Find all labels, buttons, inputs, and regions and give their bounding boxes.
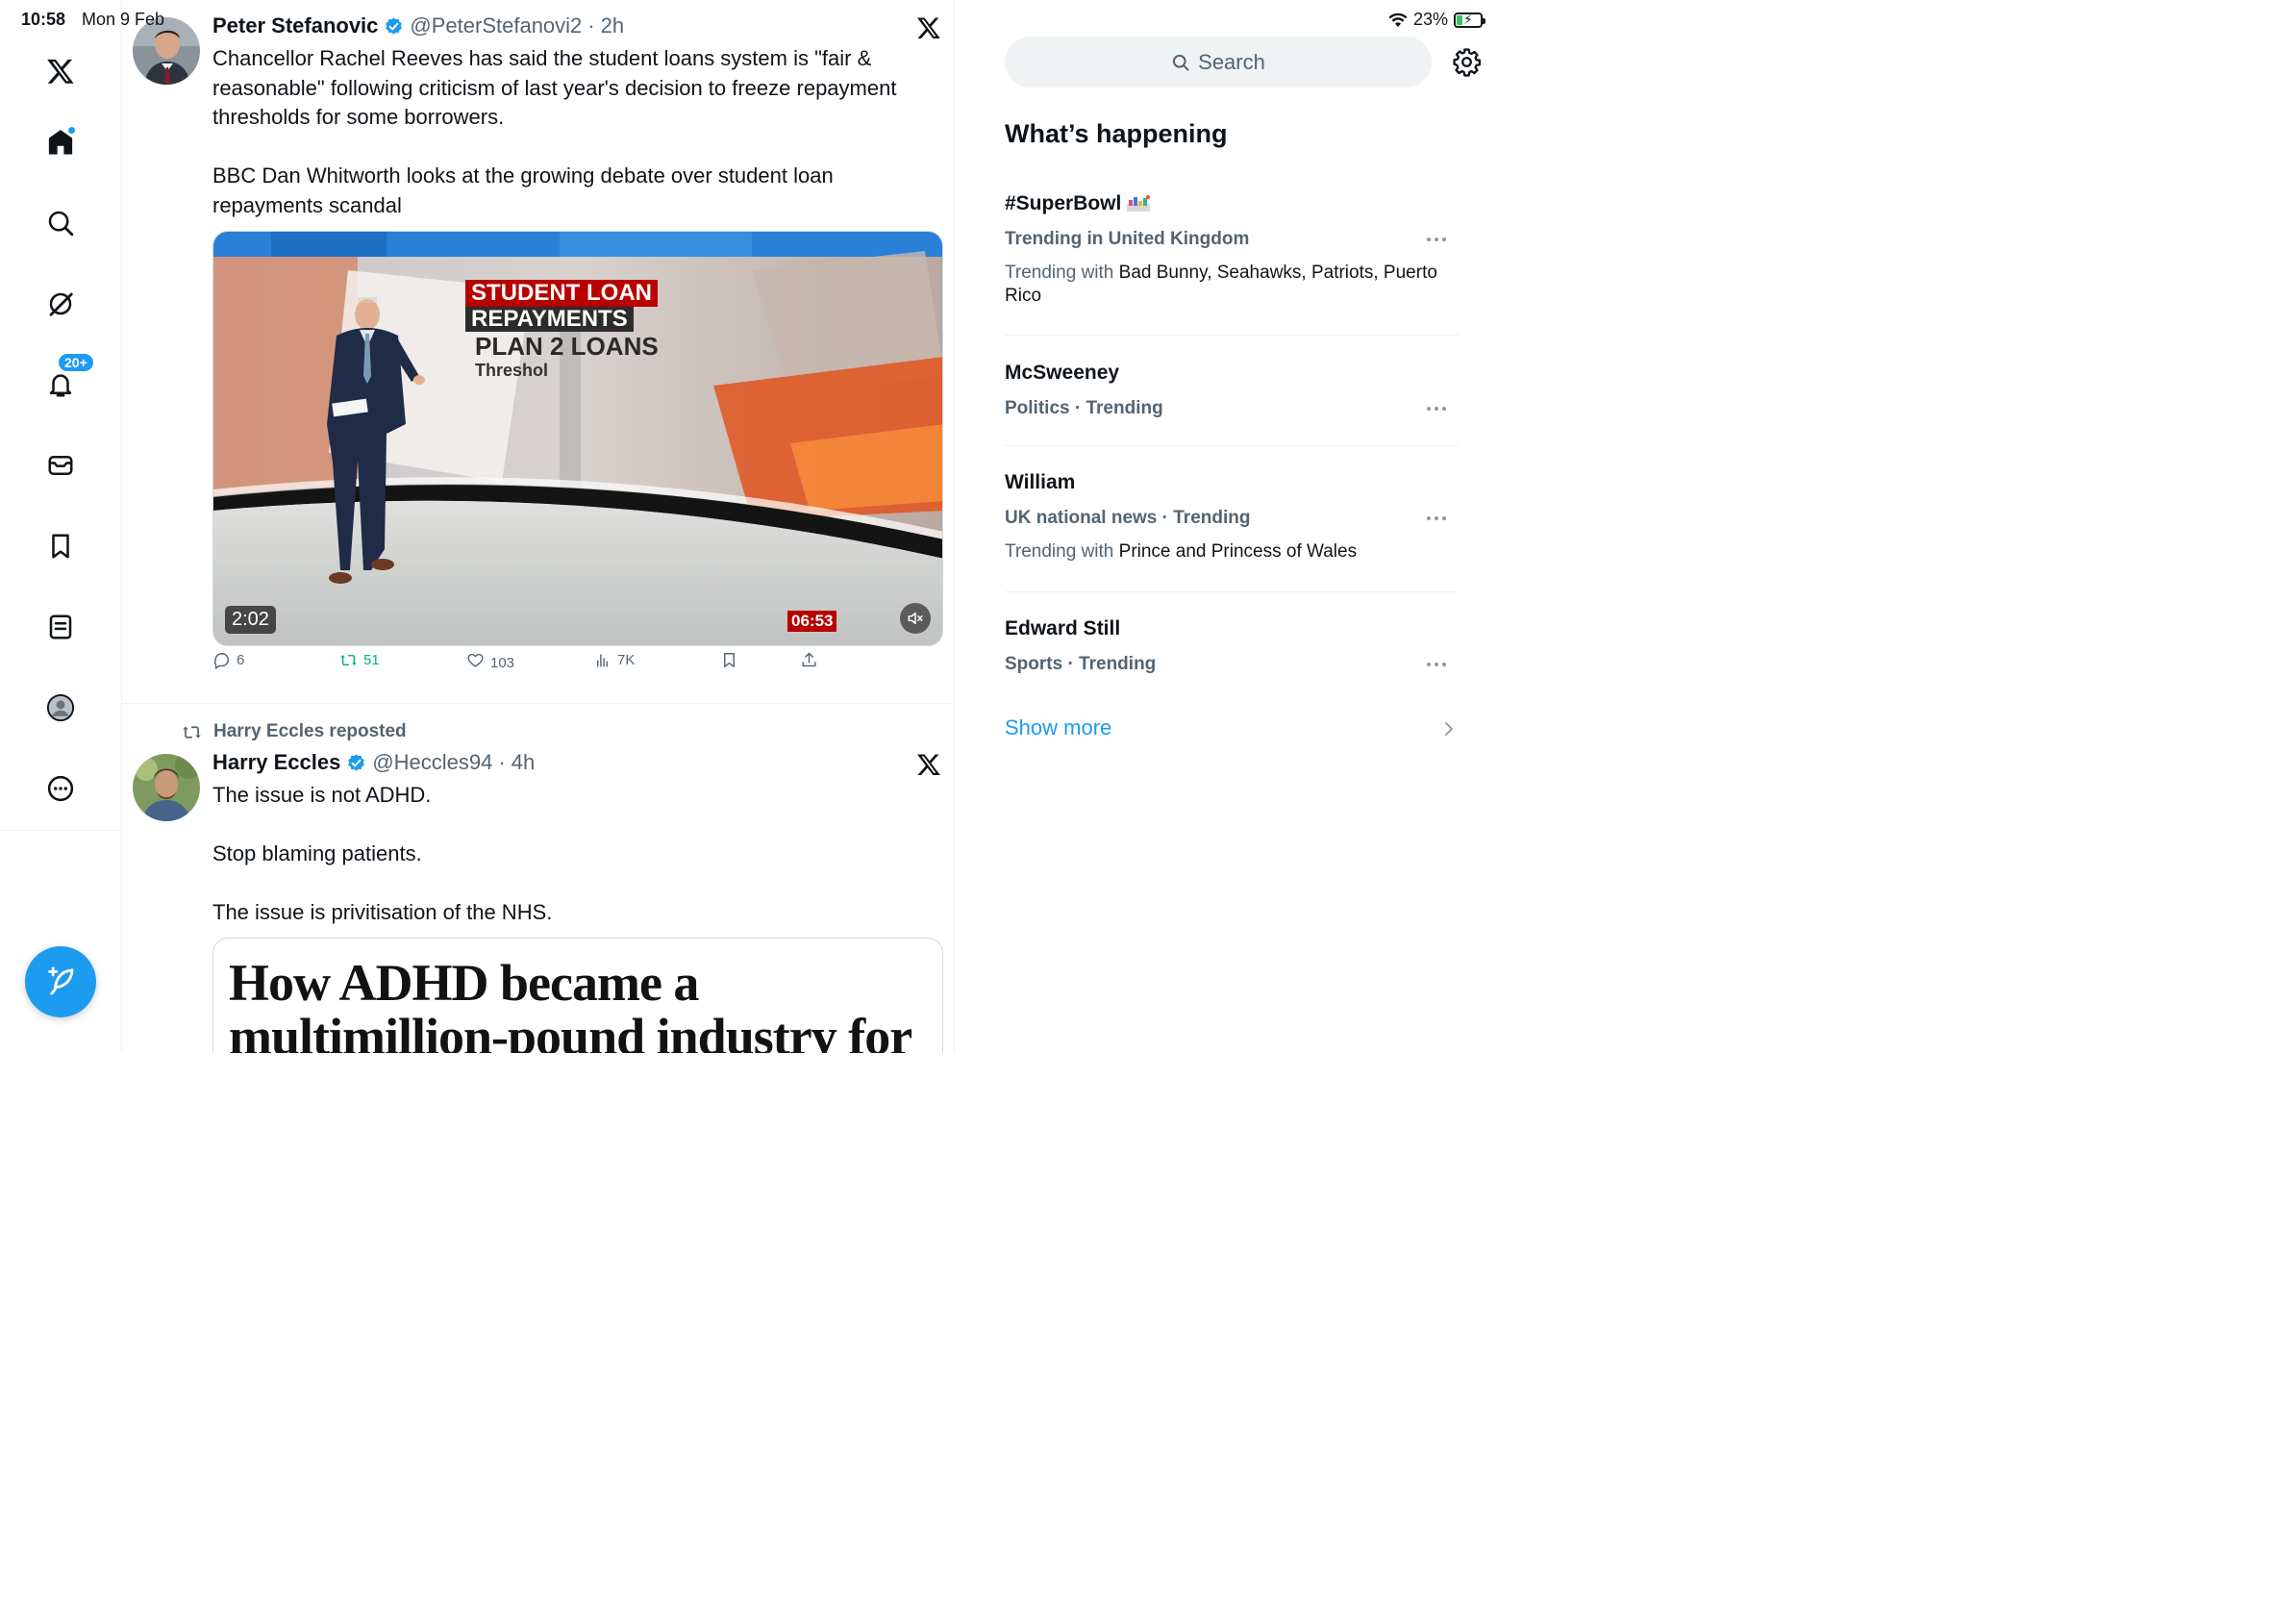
mute-button[interactable] xyxy=(900,603,931,634)
bookmarks-icon[interactable] xyxy=(37,523,84,569)
left-nav: 20+ xyxy=(0,0,122,1053)
trend-context: Politics · Trending xyxy=(1005,398,1163,418)
home-timeline: Peter Stefanovic @PeterStefanovi2 · 2h C… xyxy=(122,0,955,1053)
graphic-student-loan: STUDENT LOAN xyxy=(465,280,658,307)
trend-divider xyxy=(1005,335,1459,336)
trend-context: Trending in United Kingdom xyxy=(1005,229,1250,249)
trend-divider xyxy=(1005,591,1459,592)
trend-item[interactable]: William UK national news · Trending Tren… xyxy=(1005,471,1459,564)
author-name[interactable]: Harry Eccles xyxy=(212,750,340,775)
bookmark-button[interactable] xyxy=(720,651,738,669)
grok-icon[interactable] xyxy=(37,281,84,327)
view-count: 7K xyxy=(617,651,636,668)
right-sidebar: Search What’s happening #SuperBowl Trend… xyxy=(956,0,1504,1053)
status-time: 10:58 xyxy=(21,10,66,29)
tweet-header: Peter Stefanovic @PeterStefanovi2 · 2h xyxy=(212,13,624,38)
tweet-text: The issue is not ADHD. Stop blaming pati… xyxy=(212,783,553,924)
compose-post-button[interactable] xyxy=(25,946,96,1017)
dot-separator: · xyxy=(498,750,506,774)
bookmark-icon xyxy=(724,652,735,667)
trend-item[interactable]: McSweeney Politics · Trending xyxy=(1005,362,1459,419)
link-card-headline: How ADHD became a multimillion-pound ind… xyxy=(229,954,912,1053)
broadcast-clock: 06:53 xyxy=(787,611,837,632)
graphic-plan2: PLAN 2 LOANS xyxy=(475,332,659,361)
lists-icon[interactable] xyxy=(37,604,84,650)
x-source-icon[interactable] xyxy=(916,15,941,40)
link-card[interactable]: How ADHD became a multimillion-pound ind… xyxy=(212,938,943,1053)
repost-context[interactable]: Harry Eccles reposted xyxy=(182,721,407,742)
nav-divider xyxy=(0,830,122,831)
explore-search-icon[interactable] xyxy=(37,200,84,246)
video-duration: 2:02 xyxy=(225,606,276,634)
avatar[interactable] xyxy=(133,754,200,821)
heart-icon xyxy=(467,653,484,667)
notifications-icon[interactable]: 20+ xyxy=(37,352,95,408)
share-icon xyxy=(802,652,816,666)
more-dots-icon[interactable] xyxy=(1426,406,1447,412)
graphic-repayments: REPAYMENTS xyxy=(465,307,634,332)
reply-icon xyxy=(214,652,229,669)
video-player[interactable]: STUDENT LOAN REPAYMENTS PLAN 2 LOANS Thr… xyxy=(212,231,943,646)
show-more-link[interactable]: Show more xyxy=(1005,715,1111,740)
repost-count: 51 xyxy=(363,651,380,668)
more-dots-icon[interactable] xyxy=(1426,237,1447,242)
verified-badge-icon xyxy=(386,16,403,35)
more-dots-icon[interactable] xyxy=(1426,515,1447,521)
trend-name: Edward Still xyxy=(1005,617,1121,639)
tweet[interactable]: Harry Eccles reposted Harry Eccles @Hecc… xyxy=(122,704,954,1053)
reposted-by: Harry Eccles reposted xyxy=(213,721,407,741)
tweet-header: Harry Eccles @Heccles94 · 4h xyxy=(212,750,535,775)
search-placeholder: Search xyxy=(1198,49,1265,74)
search-icon xyxy=(1173,54,1189,70)
tweet-text: Chancellor Rachel Reeves has said the st… xyxy=(212,46,897,217)
author-handle[interactable]: @PeterStefanovi2 xyxy=(410,13,582,38)
graphic-threshold: Threshol xyxy=(475,361,549,380)
trend-related: Trending with Bad Bunny, Seahawks, Patri… xyxy=(1005,263,1437,306)
trend-item[interactable]: #SuperBowl Trending in United Kingdom Tr… xyxy=(1005,192,1459,308)
repost-button[interactable]: 51 xyxy=(339,651,380,669)
views-button[interactable]: 7K xyxy=(593,651,635,669)
superbowl-hashflag-icon xyxy=(1127,195,1151,212)
reply-button[interactable]: 6 xyxy=(212,651,244,669)
verified-badge-icon xyxy=(348,753,365,771)
trend-name: William xyxy=(1005,471,1076,493)
trend-name: #SuperBowl xyxy=(1005,192,1122,214)
author-handle[interactable]: @Heccles94 xyxy=(372,750,492,775)
trend-name: McSweeney xyxy=(1005,362,1120,384)
like-button[interactable]: 103 xyxy=(466,649,514,671)
trend-divider xyxy=(1005,445,1459,446)
home-unread-dot xyxy=(67,126,76,135)
share-button[interactable] xyxy=(800,651,818,669)
status-date: Mon 9 Feb xyxy=(82,10,165,29)
trend-related: Trending with Prince and Princess of Wal… xyxy=(1005,541,1358,562)
x-source-icon[interactable] xyxy=(916,752,941,777)
tweet[interactable]: Peter Stefanovic @PeterStefanovi2 · 2h C… xyxy=(122,0,954,703)
repost-context-icon xyxy=(183,725,201,739)
compose-feather-icon xyxy=(48,966,74,995)
author-name[interactable]: Peter Stefanovic xyxy=(212,13,378,38)
reply-count: 6 xyxy=(237,651,245,668)
tweet-time[interactable]: 2h xyxy=(601,13,624,38)
dot-separator: · xyxy=(587,13,595,38)
tweet-time[interactable]: 4h xyxy=(512,750,535,775)
chevron-right-icon[interactable] xyxy=(1443,720,1455,738)
more-dots-icon[interactable] xyxy=(1426,662,1447,667)
like-count: 103 xyxy=(490,654,515,671)
repost-icon xyxy=(340,654,357,665)
notifications-badge: 20+ xyxy=(57,352,95,373)
messages-icon[interactable] xyxy=(37,442,84,489)
trend-context: UK national news · Trending xyxy=(1005,508,1251,528)
speaker-muted-icon xyxy=(908,613,923,624)
x-logo-icon[interactable] xyxy=(37,48,84,94)
search-input[interactable]: Search xyxy=(1005,37,1432,88)
profile-avatar-icon[interactable] xyxy=(37,685,84,731)
gear-icon[interactable] xyxy=(1452,47,1482,77)
analytics-icon xyxy=(597,653,608,667)
more-options-icon[interactable] xyxy=(37,765,84,812)
trend-item[interactable]: Edward Still Sports · Trending xyxy=(1005,617,1459,675)
trend-context: Sports · Trending xyxy=(1005,654,1157,674)
section-title: What’s happening xyxy=(1005,119,1228,148)
home-icon[interactable] xyxy=(37,119,84,165)
